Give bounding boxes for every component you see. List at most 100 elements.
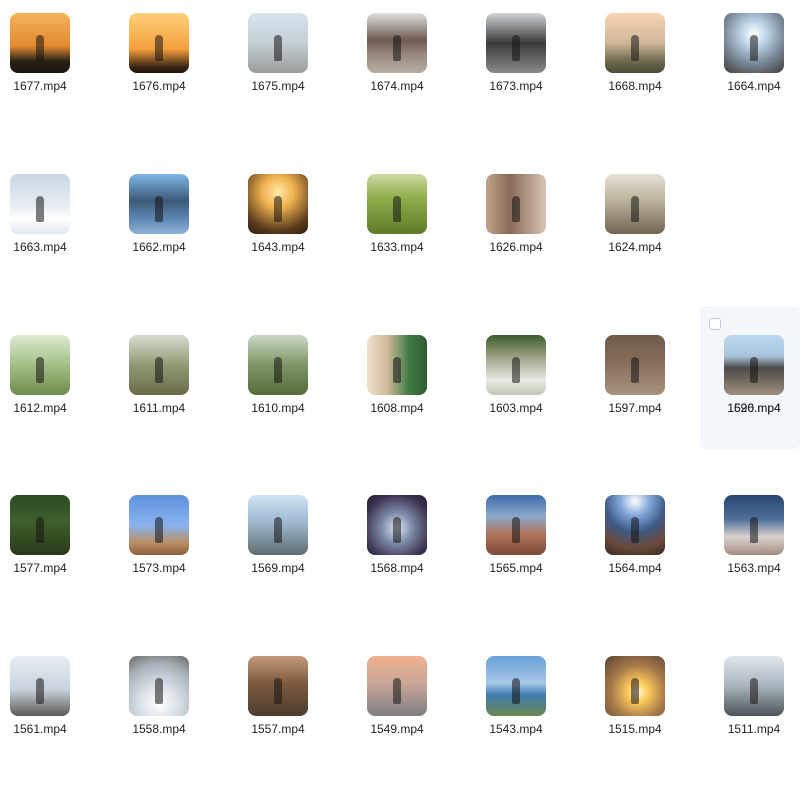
glare-icon	[605, 656, 665, 716]
file-tile[interactable]: 1677.mp4	[0, 0, 100, 143]
file-tile[interactable]: 1563.mp4	[714, 482, 800, 625]
subject-figure	[393, 35, 401, 61]
jump-icon	[129, 495, 189, 555]
file-name: 1573.mp4	[132, 561, 186, 575]
file-tile[interactable]: 1549.mp4	[357, 643, 457, 786]
file-name: 1673.mp4	[489, 79, 543, 93]
subject-figure	[512, 357, 520, 383]
file-tile[interactable]: 1596.mp4	[714, 322, 800, 465]
file-tile[interactable]: 1633.mp4	[357, 161, 457, 304]
file-name: 1577.mp4	[13, 561, 67, 575]
subject-figure	[631, 35, 639, 61]
person-icon	[10, 656, 70, 716]
subject-figure	[274, 35, 282, 61]
grass-icon	[367, 174, 427, 234]
file-name: 1633.mp4	[370, 240, 424, 254]
file-name: 1596.mp4	[727, 401, 781, 415]
file-tile[interactable]: 1543.mp4	[476, 643, 576, 786]
file-name: 1568.mp4	[370, 561, 424, 575]
file-tile[interactable]: 1557.mp4	[238, 643, 338, 786]
woods-icon	[129, 335, 189, 395]
skate-icon	[724, 656, 784, 716]
file-tile[interactable]: 1597.mp4	[595, 322, 695, 465]
file-tile[interactable]: 1668.mp4	[595, 0, 695, 143]
subject-figure	[631, 678, 639, 704]
file-tile[interactable]: 1577.mp4	[0, 482, 100, 625]
subject-figure	[750, 517, 758, 543]
subject-figure	[155, 35, 163, 61]
subject-figure	[393, 357, 401, 383]
file-name: 1664.mp4	[727, 79, 781, 93]
file-tile[interactable]: 1565.mp4	[476, 482, 576, 625]
subject-figure	[274, 517, 282, 543]
file-name: 1611.mp4	[132, 401, 186, 415]
file-name: 1565.mp4	[489, 561, 543, 575]
file-tile[interactable]: 1675.mp4	[238, 0, 338, 143]
file-tile[interactable]: 1611.mp4	[119, 322, 219, 465]
person-icon	[129, 656, 189, 716]
subject-figure	[155, 196, 163, 222]
file-tile[interactable]: 1603.mp4	[476, 322, 576, 465]
file-tile[interactable]: 1561.mp4	[0, 643, 100, 786]
file-grid: 1677.mp4 1676.mp4 1675.mp4 1674.mp4 1673.mp4…	[0, 0, 800, 738]
beach-icon	[724, 13, 784, 73]
subject-figure	[750, 678, 758, 704]
subject-figure	[631, 357, 639, 383]
file-tile[interactable]: 1643.mp4	[238, 161, 338, 304]
file-tile[interactable]: 1608.mp4	[357, 322, 457, 465]
file-tile[interactable]: 1511.mp4	[714, 643, 800, 786]
file-tile[interactable]: 1569.mp4	[238, 482, 338, 625]
subject-figure	[155, 678, 163, 704]
file-name: 1557.mp4	[251, 722, 305, 736]
file-name: 1612.mp4	[13, 401, 67, 415]
subject-figure	[274, 196, 282, 222]
file-name: 1663.mp4	[13, 240, 67, 254]
rock-icon	[605, 495, 665, 555]
file-tile[interactable]: 1515.mp4	[595, 643, 695, 786]
subject-figure	[36, 517, 44, 543]
subject-figure	[36, 35, 44, 61]
field-icon	[248, 174, 308, 234]
file-name: 1668.mp4	[608, 79, 662, 93]
file-tile[interactable]: 1610.mp4	[238, 322, 338, 465]
face-icon	[367, 335, 427, 395]
file-name: 1563.mp4	[727, 561, 781, 575]
file-tile[interactable]: 1673.mp4	[476, 0, 576, 143]
file-tile[interactable]: 1624.mp4	[595, 161, 695, 304]
file-tile[interactable]: 1573.mp4	[119, 482, 219, 625]
file-tile[interactable]: 1568.mp4	[357, 482, 457, 625]
subject-figure	[274, 678, 282, 704]
runners-icon	[486, 13, 546, 73]
subject-figure	[512, 196, 520, 222]
file-tile[interactable]: 1674.mp4	[357, 0, 457, 143]
file-tile[interactable]: 1676.mp4	[119, 0, 219, 143]
girl-icon	[486, 174, 546, 234]
hands-icon	[248, 656, 308, 716]
file-name: 1511.mp4	[727, 722, 781, 736]
lake-icon	[486, 656, 546, 716]
file-tile[interactable]: 1664.mp4	[714, 0, 800, 143]
selfie-icon	[248, 495, 308, 555]
subject-figure	[750, 35, 758, 61]
file-tile[interactable]: 1612.mp4	[0, 322, 100, 465]
file-tile[interactable]: 1558.mp4	[119, 643, 219, 786]
forest-icon	[10, 495, 70, 555]
crowd-icon	[367, 13, 427, 73]
water-icon	[367, 495, 427, 555]
file-name: 1662.mp4	[132, 240, 186, 254]
subject-figure	[631, 196, 639, 222]
ice-icon	[129, 174, 189, 234]
file-tile[interactable]: 1662.mp4	[119, 161, 219, 304]
file-name: 1558.mp4	[132, 722, 186, 736]
subject-figure	[750, 357, 758, 383]
file-tile[interactable]: 1626.mp4	[476, 161, 576, 304]
subject-figure	[155, 517, 163, 543]
file-name: 1543.mp4	[489, 722, 543, 736]
feet-icon	[367, 656, 427, 716]
file-tile[interactable]: 1564.mp4	[595, 482, 695, 625]
flowers-icon	[486, 335, 546, 395]
subject-figure	[274, 357, 282, 383]
file-name: 1674.mp4	[370, 79, 424, 93]
subject-figure	[512, 35, 520, 61]
file-tile[interactable]: 1663.mp4	[0, 161, 100, 304]
